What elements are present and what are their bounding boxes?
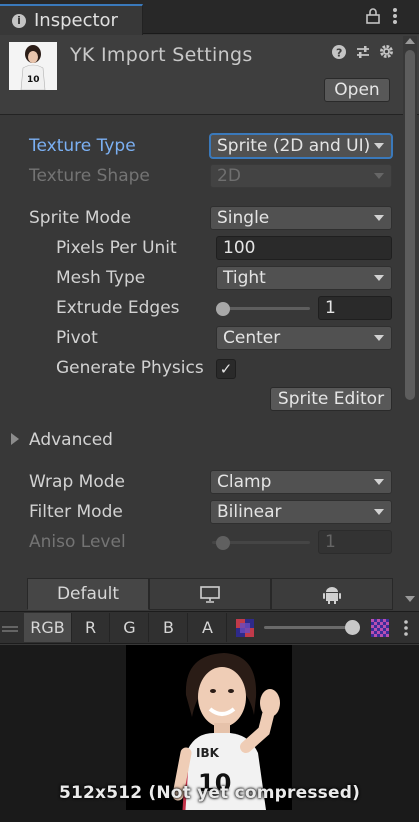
generate-physics-label: Generate Physics	[56, 358, 204, 378]
preview-menu-icon[interactable]	[403, 619, 409, 642]
asset-thumbnail: 10	[9, 42, 57, 90]
pivot-dropdown[interactable]: Center	[216, 326, 392, 350]
scroll-up-arrow-icon[interactable]	[405, 38, 415, 44]
monitor-icon	[200, 585, 220, 603]
pivot-label: Pivot	[56, 328, 98, 348]
texture-shape-label: Texture Shape	[29, 166, 150, 186]
foldout-arrow-icon[interactable]	[11, 433, 19, 445]
mip-high-icon	[371, 619, 389, 642]
mip-level-slider-thumb[interactable]	[345, 620, 360, 635]
scroll-down-arrow-icon[interactable]	[405, 596, 415, 602]
texture-type-dropdown[interactable]: Sprite (2D and UI)	[210, 134, 392, 158]
wrap-mode-label: Wrap Mode	[29, 472, 125, 492]
open-button[interactable]: Open	[324, 78, 390, 102]
generate-physics-checkbox[interactable]: ✓	[216, 359, 236, 379]
more-menu-icon[interactable]	[392, 7, 398, 29]
chevron-down-icon	[374, 479, 384, 485]
channel-g-button[interactable]: G	[111, 613, 149, 642]
extrude-edges-input[interactable]: 1	[318, 296, 392, 320]
chevron-down-icon	[374, 275, 384, 281]
texture-shape-dropdown: 2D	[210, 164, 392, 188]
sprite-mode-label: Sprite Mode	[29, 208, 132, 228]
wrap-mode-value: Clamp	[217, 472, 272, 492]
platform-tab-default[interactable]: Default	[27, 578, 149, 610]
sprite-editor-button[interactable]: Sprite Editor	[270, 387, 392, 411]
gear-icon[interactable]	[378, 43, 395, 64]
mesh-type-value: Tight	[223, 268, 266, 288]
preset-settings-icon[interactable]	[355, 44, 371, 64]
asset-title: YK Import Settings	[70, 44, 253, 66]
pixels-per-unit-label: Pixels Per Unit	[56, 238, 177, 258]
preview-size-caption: 512x512 (Not yet compressed)	[58, 783, 361, 803]
lock-icon[interactable]	[366, 8, 380, 28]
extrude-edges-label: Extrude Edges	[56, 298, 180, 318]
filter-mode-value: Bilinear	[217, 502, 282, 522]
aniso-level-input: 1	[318, 530, 392, 554]
texture-type-value: Sprite (2D and UI)	[217, 136, 371, 156]
aniso-level-label: Aniso Level	[29, 532, 126, 552]
info-icon: i	[12, 13, 26, 28]
scrollbar-thumb[interactable]	[405, 50, 415, 400]
chevron-down-icon	[374, 509, 384, 515]
sprite-mode-dropdown[interactable]: Single	[210, 206, 392, 230]
advanced-foldout-label[interactable]: Advanced	[29, 430, 113, 450]
channel-a-button[interactable]: A	[189, 613, 227, 642]
help-icon[interactable]: ?	[331, 44, 347, 64]
platform-tab-standalone[interactable]	[149, 578, 271, 610]
wrap-mode-dropdown[interactable]: Clamp	[210, 470, 392, 494]
texture-type-label: Texture Type	[29, 136, 136, 156]
filter-mode-label: Filter Mode	[29, 502, 123, 522]
sprite-mode-value: Single	[217, 208, 270, 228]
pivot-value: Center	[223, 328, 281, 348]
chevron-down-icon	[374, 173, 384, 179]
svg-text:IBK: IBK	[196, 746, 220, 760]
pixels-per-unit-input[interactable]: 100	[216, 236, 392, 260]
extrude-edges-slider-track[interactable]	[218, 307, 310, 310]
filter-mode-dropdown[interactable]: Bilinear	[210, 500, 392, 524]
texture-shape-value: 2D	[217, 166, 241, 186]
channel-r-button[interactable]: R	[72, 613, 110, 642]
mesh-type-label: Mesh Type	[56, 268, 146, 288]
inspector-window: i Inspector 10 YK Import Settings ? Open…	[0, 0, 419, 822]
drag-handle-icon[interactable]	[2, 620, 18, 640]
mesh-type-dropdown[interactable]: Tight	[216, 266, 392, 290]
extrude-edges-slider-thumb[interactable]	[215, 302, 230, 316]
tab-inspector[interactable]: i Inspector	[0, 4, 143, 35]
mip-low-icon	[236, 619, 254, 642]
aniso-level-slider-thumb	[216, 536, 230, 550]
svg-text:10: 10	[27, 75, 40, 85]
tab-label: Inspector	[34, 10, 118, 31]
mip-level-slider-track[interactable]	[264, 626, 354, 629]
chevron-down-icon	[374, 215, 384, 221]
svg-text:?: ?	[336, 47, 342, 60]
chevron-down-icon	[374, 335, 384, 341]
channel-rgb-button[interactable]: RGB	[24, 613, 72, 642]
channel-b-button[interactable]: B	[150, 613, 188, 642]
chevron-down-icon	[374, 143, 384, 149]
platform-tab-android[interactable]	[271, 578, 393, 610]
android-icon	[323, 586, 341, 604]
